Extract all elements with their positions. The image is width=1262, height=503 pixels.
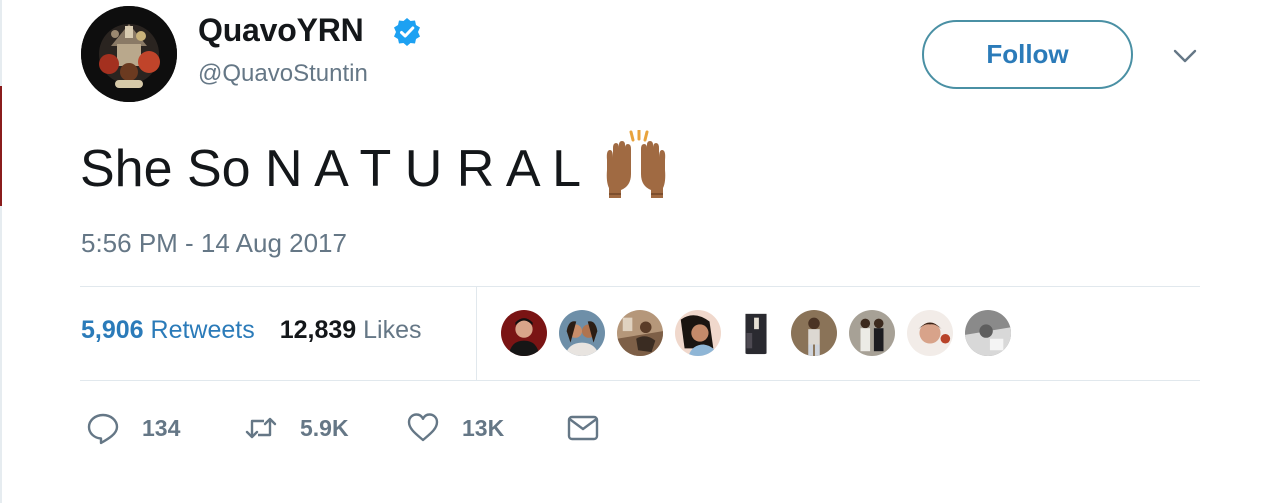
liker-avatar-9[interactable]: [964, 309, 1012, 357]
envelope-icon: [567, 415, 599, 441]
reply-action[interactable]: 134: [86, 408, 180, 448]
follow-button[interactable]: Follow: [922, 20, 1133, 89]
retweet-count: 5.9K: [300, 414, 349, 441]
user-avatar[interactable]: [81, 6, 177, 102]
window-edge: [0, 0, 2, 503]
album-art-avatar: [81, 6, 177, 102]
chevron-down-icon[interactable]: [1170, 42, 1200, 70]
tweet-stats: 5,906 Retweets 12,839 Likes: [81, 316, 439, 345]
display-name[interactable]: QuavoYRN: [198, 12, 364, 49]
like-count: 13K: [462, 414, 505, 441]
retweets-stat[interactable]: 5,906 Retweets: [81, 316, 255, 345]
liker-avatar-4[interactable]: [674, 309, 722, 357]
window-edge-accent: [0, 86, 2, 206]
tweet-card: QuavoYRN @QuavoStuntin Follow She So N A…: [0, 0, 1262, 503]
heart-icon: [407, 413, 439, 442]
reply-count: 134: [142, 414, 181, 441]
verified-badge-icon: [394, 18, 420, 46]
liker-avatar-5[interactable]: [732, 309, 780, 357]
retweets-label: Retweets: [150, 316, 255, 344]
stats-top-divider: [80, 286, 1200, 287]
likes-stat[interactable]: 12,839 Likes: [280, 316, 422, 345]
liker-avatar-3[interactable]: [616, 309, 664, 357]
user-handle[interactable]: @QuavoStuntin: [198, 60, 368, 88]
retweets-count: 5,906: [81, 316, 144, 344]
reply-icon: [87, 413, 119, 445]
retweet-icon: [245, 417, 277, 439]
stats-bottom-divider: [80, 380, 1200, 381]
liker-avatar-1[interactable]: [500, 309, 548, 357]
liker-avatar-8[interactable]: [906, 309, 954, 357]
stats-vertical-divider: [476, 287, 477, 380]
raised-hands-emoji: [606, 130, 666, 198]
likes-label: Likes: [363, 316, 422, 344]
tweet-text: She So N A T U R A L: [80, 130, 671, 200]
tweet-timestamp[interactable]: 5:56 PM - 14 Aug 2017: [81, 228, 347, 259]
direct-message-action[interactable]: [566, 408, 600, 448]
likes-count: 12,839: [279, 316, 357, 344]
liker-avatar-7[interactable]: [848, 309, 896, 357]
liker-avatar-6[interactable]: [790, 309, 838, 357]
retweet-action[interactable]: 5.9K: [244, 408, 349, 448]
liker-avatar-2[interactable]: [558, 309, 606, 357]
like-action[interactable]: 13K: [406, 408, 504, 448]
tweet-text-body: She So N A T U R A L: [80, 140, 582, 198]
